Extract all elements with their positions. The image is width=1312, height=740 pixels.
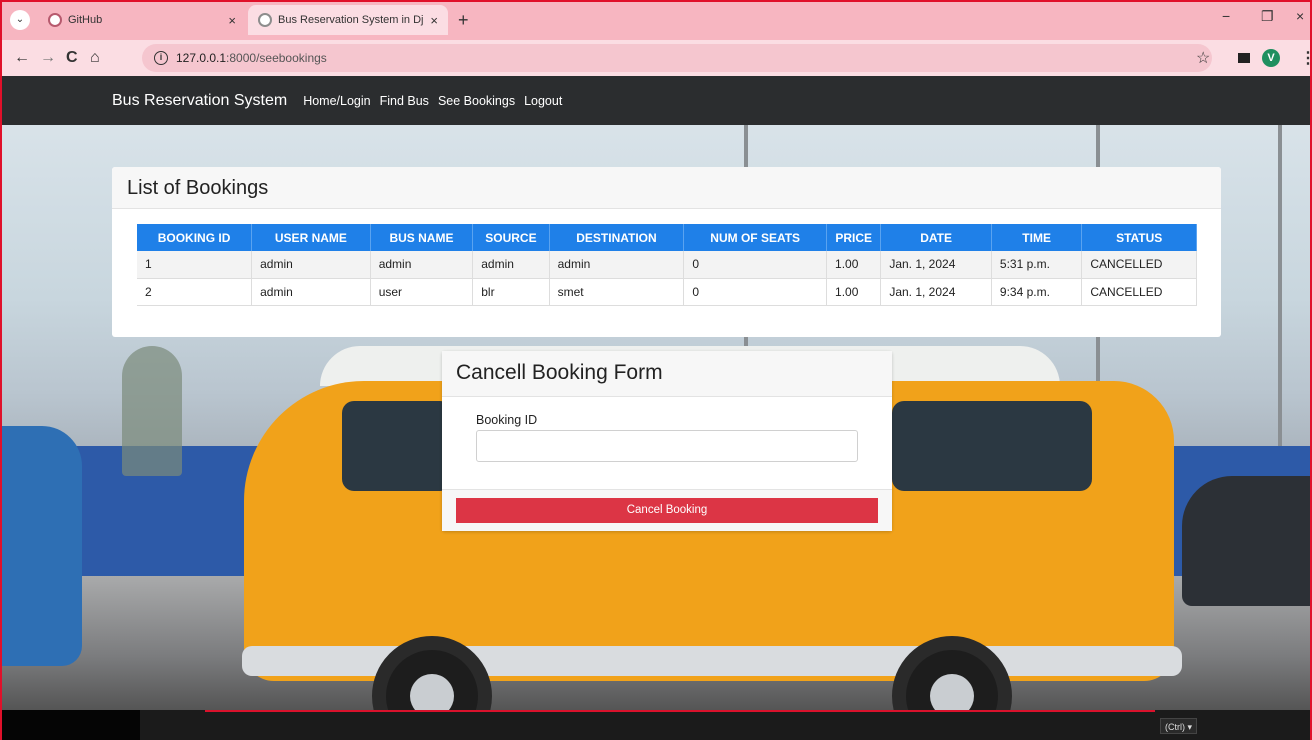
window-border xyxy=(0,0,1312,740)
